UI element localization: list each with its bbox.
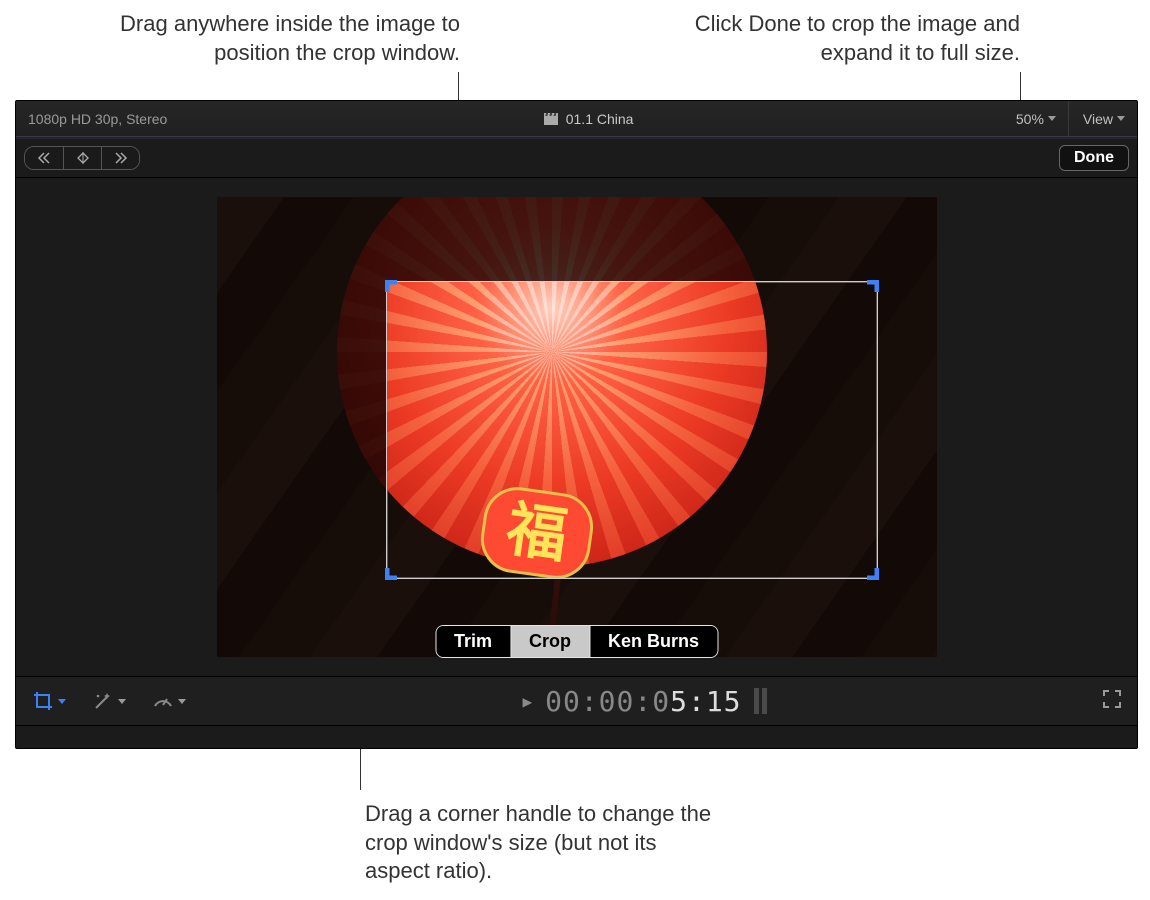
diamond-playhead-icon	[75, 152, 91, 164]
crop-tool-menu[interactable]	[26, 686, 72, 716]
playhead-center-button[interactable]	[63, 147, 101, 169]
format-label: 1080p HD 30p, Stereo	[28, 111, 167, 127]
clip-name: 01.1 China	[566, 111, 634, 127]
next-edit-button[interactable]	[101, 147, 139, 169]
crop-handle-bottom-left[interactable]	[385, 562, 403, 580]
done-button[interactable]: Done	[1059, 145, 1129, 171]
preview-image: 福 福	[217, 197, 937, 657]
loop-marker-icon	[754, 688, 767, 714]
magic-wand-icon	[92, 690, 114, 712]
chevron-down-icon	[1048, 116, 1056, 121]
mode-trim-button[interactable]: Trim	[436, 626, 510, 657]
crop-handle-top-left[interactable]	[385, 280, 403, 298]
play-icon[interactable]: ▶	[522, 692, 533, 711]
speedometer-icon	[152, 690, 174, 712]
chevron-down-icon	[1117, 116, 1125, 121]
clapperboard-icon	[544, 113, 558, 125]
crop-window[interactable]: 福	[387, 282, 877, 578]
view-menu[interactable]: View	[1068, 101, 1125, 137]
viewer-canvas: 福 福	[16, 178, 1137, 676]
chevron-down-icon	[118, 699, 126, 704]
crop-visible-area: 福	[387, 282, 877, 578]
retime-menu[interactable]	[146, 686, 192, 716]
double-chevron-right-icon	[114, 152, 128, 164]
callout-corner-handle: Drag a corner handle to change the crop …	[365, 800, 725, 886]
mode-ken-burns-button[interactable]: Ken Burns	[590, 626, 717, 657]
chevron-down-icon	[178, 699, 186, 704]
crop-mode-selector: Trim Crop Ken Burns	[435, 625, 718, 658]
callout-click-done: Click Done to crop the image and expand …	[620, 10, 1020, 67]
fullscreen-icon	[1101, 688, 1123, 710]
callout-drag-image: Drag anywhere inside the image to positi…	[70, 10, 460, 67]
fullscreen-button[interactable]	[1097, 684, 1127, 719]
nav-segmented-control	[24, 146, 140, 170]
crop-handle-top-right[interactable]	[861, 280, 879, 298]
timecode-display: ▶ 00:00:05:15	[192, 685, 1097, 718]
viewer-header: 1080p HD 30p, Stereo 01.1 China 50% View	[16, 101, 1137, 137]
mode-crop-button[interactable]: Crop	[510, 626, 590, 657]
chevron-down-icon	[58, 699, 66, 704]
double-chevron-left-icon	[37, 152, 51, 164]
viewer-window: 1080p HD 30p, Stereo 01.1 China 50% View	[15, 100, 1138, 749]
zoom-selector[interactable]: 50%	[1010, 111, 1062, 127]
zoom-value: 50%	[1016, 111, 1044, 127]
crop-handle-bottom-right[interactable]	[861, 562, 879, 580]
timecode-active: 5:15	[670, 685, 741, 718]
timecode-inactive: 00:00:0	[545, 685, 670, 718]
view-menu-label: View	[1083, 111, 1113, 127]
enhance-menu[interactable]	[86, 686, 132, 716]
header-separator	[16, 137, 1137, 139]
viewer-toolbar: Done	[16, 139, 1137, 178]
prev-edit-button[interactable]	[25, 147, 63, 169]
viewer-footer: ▶ 00:00:05:15	[16, 676, 1137, 726]
crop-icon	[32, 690, 54, 712]
